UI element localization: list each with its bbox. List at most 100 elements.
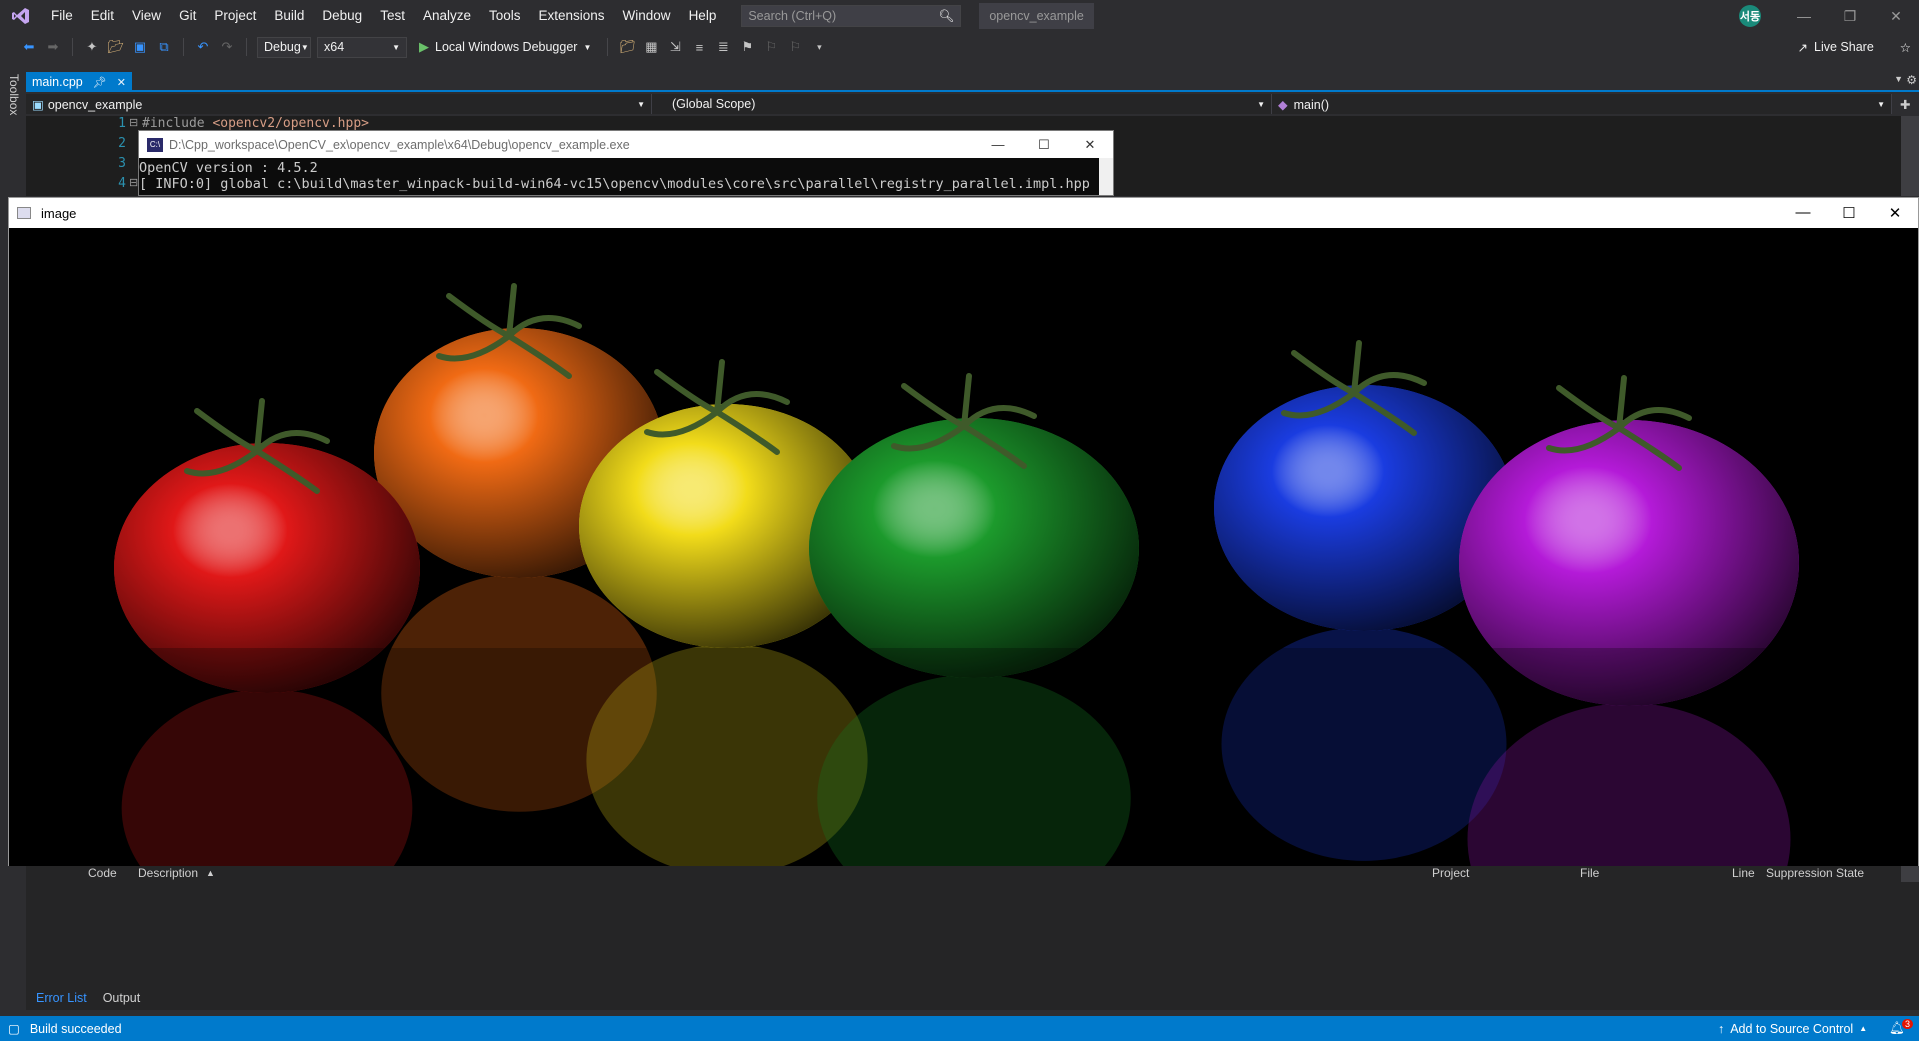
column-line[interactable]: Line [1732, 866, 1755, 880]
line-number: 4 [118, 176, 126, 191]
step-icon[interactable]: ⇲ [666, 38, 684, 56]
menu-git[interactable]: Git [170, 0, 205, 32]
include-directive: #include [142, 116, 213, 131]
console-minimize-button[interactable]: — [975, 137, 1021, 153]
tab-list-dropdown-icon[interactable]: ▼ [1894, 74, 1903, 84]
standard-toolbar: ⬅︎ ➡︎ ✦ 📂︎ ▣ ⧉ ↶ ↷ Debug ▼ x64 ▼ ▶ Local… [0, 32, 1919, 62]
line-number: 1 [118, 116, 126, 131]
add-to-source-control-button[interactable]: ↑ Add to Source Control ▲ [1718, 1022, 1867, 1036]
scope-dropdown[interactable]: (Global Scope) ▼ [652, 94, 1272, 114]
minimize-button[interactable]: — [1781, 0, 1827, 32]
user-avatar[interactable]: 서동 [1739, 5, 1761, 27]
play-icon: ▶ [419, 39, 429, 54]
code-line: #include <opencv2/opencv.hpp> [142, 116, 369, 131]
start-debugger-button[interactable]: ▶ Local Windows Debugger ▼ [413, 39, 597, 55]
build-status-text: Build succeeded [29, 1021, 122, 1036]
next-bookmark-icon[interactable]: ⚐ [786, 38, 804, 56]
image-close-button[interactable]: ✕ [1872, 204, 1918, 222]
status-bar: ▢ Build succeeded ↑ Add to Source Contro… [0, 1016, 1919, 1041]
notifications-button[interactable]: 🔔︎ 3 [1889, 1019, 1913, 1036]
menu-analyze[interactable]: Analyze [414, 0, 480, 32]
source-control-label: Add to Source Control [1730, 1021, 1854, 1036]
document-tab-well: main.cpp 📌︎ ✕ ▼ ⚙ [26, 72, 1919, 92]
menu-view[interactable]: View [123, 0, 170, 32]
configuration-select[interactable]: Debug ▼ [257, 36, 311, 58]
displayed-image [9, 228, 1918, 866]
reflection-fade [9, 648, 1918, 866]
navigate-forward-icon[interactable]: ➡︎ [44, 38, 62, 56]
toolbar-separator [183, 38, 184, 56]
save-icon[interactable]: ▣ [131, 38, 149, 56]
menu-edit[interactable]: Edit [82, 0, 123, 32]
image-window[interactable]: image — ☐ ✕ [8, 197, 1919, 866]
toolbar-separator [607, 38, 609, 56]
toolbar-separator [72, 38, 73, 56]
build-status-icon: ▢ [8, 1022, 20, 1036]
toolbox-tab[interactable]: Toolbox [7, 74, 21, 115]
column-description[interactable]: Description [138, 866, 198, 880]
console-window[interactable]: C:\ D:\Cpp_workspace\OpenCV_ex\opencv_ex… [138, 130, 1114, 196]
menu-project[interactable]: Project [205, 0, 265, 32]
column-suppression-state[interactable]: Suppression State [1766, 866, 1864, 880]
console-title-bar[interactable]: C:\ D:\Cpp_workspace\OpenCV_ex\opencv_ex… [139, 131, 1113, 158]
column-file[interactable]: File [1580, 866, 1599, 880]
collapse-icon[interactable]: ⊟ [129, 116, 138, 129]
search-input[interactable]: Search (Ctrl+Q) 🔍︎ [741, 5, 962, 27]
close-button[interactable]: ✕ [1873, 0, 1919, 32]
tab-error-list[interactable]: Error List [36, 991, 87, 1005]
error-list-scrollbar[interactable] [1901, 866, 1919, 882]
menu-extensions[interactable]: Extensions [530, 0, 614, 32]
bookmark-icon[interactable]: ⚑ [738, 38, 756, 56]
collapse-icon[interactable]: ⊟ [129, 176, 138, 189]
split-editor-icon[interactable]: ✚ [1900, 97, 1910, 112]
new-project-icon[interactable]: ✦ [83, 38, 101, 56]
column-project[interactable]: Project [1432, 866, 1469, 880]
project-dropdown[interactable]: ▣ opencv_example ▼ [26, 94, 652, 114]
image-maximize-button[interactable]: ☐ [1826, 204, 1872, 222]
image-title-bar[interactable]: image — ☐ ✕ [9, 198, 1918, 228]
menu-window[interactable]: Window [614, 0, 680, 32]
column-code[interactable]: Code [88, 866, 117, 880]
indent-icon[interactable]: ≡ [690, 38, 708, 56]
chevron-down-icon: ▼ [583, 42, 592, 52]
menu-file[interactable]: File [42, 0, 82, 32]
tab-output[interactable]: Output [103, 991, 141, 1005]
prev-bookmark-icon[interactable]: ⚐ [762, 38, 780, 56]
comment-icon[interactable]: ≣ [714, 38, 732, 56]
platform-select[interactable]: x64 ▼ [317, 36, 407, 58]
gear-icon[interactable]: ⚙ [1906, 73, 1917, 87]
restore-button[interactable]: ❐ [1827, 0, 1873, 32]
menu-build[interactable]: Build [265, 0, 313, 32]
chevron-down-icon: ▼ [300, 42, 309, 52]
menu-debug[interactable]: Debug [313, 0, 371, 32]
console-output-line: [ INFO:0] global c:\build\master_winpack… [139, 176, 1113, 192]
folder-icon[interactable]: 📁︎ [618, 38, 636, 56]
menu-test[interactable]: Test [371, 0, 414, 32]
cpp-project-icon: ▣ [32, 97, 44, 112]
tomato-photo [9, 283, 1918, 866]
tab-main-cpp[interactable]: main.cpp 📌︎ ✕ [26, 72, 132, 92]
console-close-button[interactable]: ✕ [1067, 137, 1113, 153]
visual-studio-logo-icon [0, 0, 42, 32]
toolbar-options-icon[interactable]: ▾ [810, 38, 828, 56]
menu-tools[interactable]: Tools [480, 0, 530, 32]
save-all-icon[interactable]: ⧉ [155, 38, 173, 56]
undo-icon[interactable]: ↶ [194, 38, 212, 56]
live-share-button[interactable]: ↗ Live Share ☆ [1798, 40, 1911, 55]
platform-value: x64 [324, 40, 345, 54]
close-icon[interactable]: ✕ [117, 76, 126, 89]
feedback-icon[interactable]: ☆ [1900, 40, 1911, 55]
menu-help[interactable]: Help [680, 0, 726, 32]
console-maximize-button[interactable]: ☐ [1021, 137, 1067, 153]
notification-count-badge: 3 [1901, 1019, 1913, 1029]
open-file-icon[interactable]: 📂︎ [107, 38, 125, 56]
member-dropdown[interactable]: ◆ main() ▼ [1272, 94, 1892, 114]
screenshot-icon[interactable]: ▦ [642, 38, 660, 56]
pin-icon[interactable]: 📌︎ [93, 76, 107, 89]
image-minimize-button[interactable]: — [1780, 204, 1826, 222]
console-scrollbar[interactable] [1099, 158, 1113, 195]
editor-scrollbar[interactable] [1901, 116, 1919, 196]
navigate-back-icon[interactable]: ⬅︎ [20, 38, 38, 56]
chevron-down-icon: ▼ [392, 42, 400, 52]
redo-icon[interactable]: ↷ [218, 38, 236, 56]
